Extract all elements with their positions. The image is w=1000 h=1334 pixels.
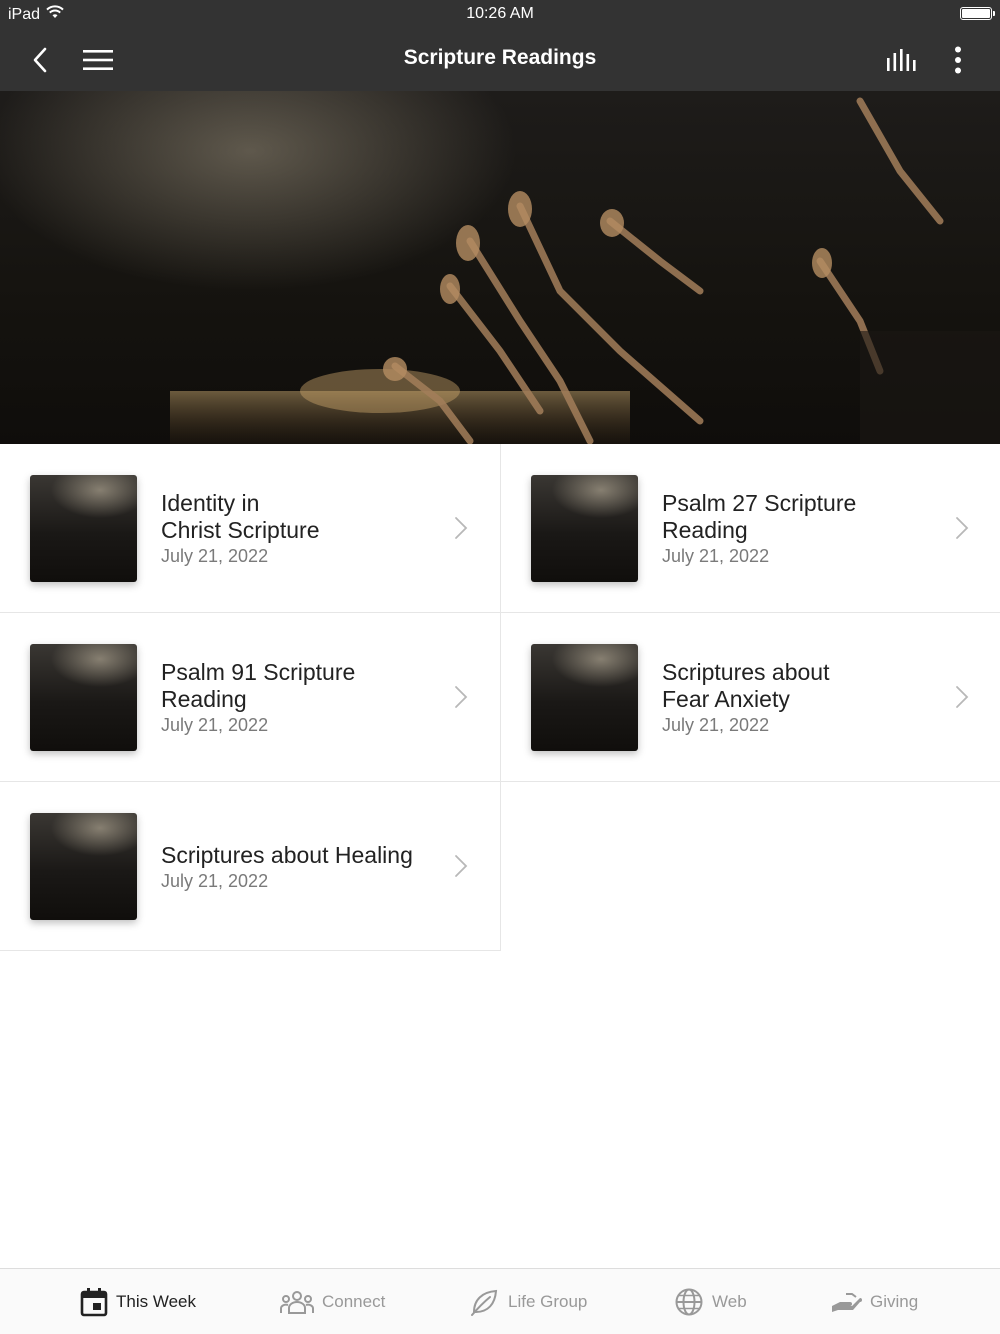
reading-title: Scriptures about Healing: [161, 842, 451, 869]
tab-bar: This Week Connect Life Group Web Giving: [0, 1268, 1000, 1334]
chevron-right-icon: [956, 686, 969, 708]
reading-card[interactable]: Identity in Christ Scripture July 21, 20…: [0, 444, 501, 613]
reading-thumbnail: [30, 475, 137, 582]
reading-date: July 21, 2022: [662, 715, 770, 735]
more-vertical-icon: [955, 46, 961, 74]
tab-connect[interactable]: Connect: [280, 1287, 385, 1317]
tab-web[interactable]: Web: [674, 1287, 747, 1317]
chevron-right-icon: [455, 517, 468, 539]
tab-giving[interactable]: Giving: [830, 1287, 918, 1317]
reading-title-line: Scriptures about: [662, 659, 830, 685]
reading-title: Identity in Christ Scripture: [161, 490, 441, 544]
reading-title: Scriptures about Fear Anxiety: [662, 659, 942, 713]
reading-title-line: Fear Anxiety: [662, 686, 790, 712]
audio-button[interactable]: [881, 40, 921, 80]
tab-label: Connect: [322, 1292, 386, 1311]
tab-life-group[interactable]: Life Group: [470, 1287, 587, 1317]
reading-title-line: Reading: [161, 686, 247, 712]
reading-card[interactable]: Psalm 27 Scripture Reading July 21, 2022: [501, 444, 1000, 613]
reading-card[interactable]: Scriptures about Healing July 21, 2022: [0, 782, 501, 951]
reading-thumbnail: [531, 475, 638, 582]
calendar-icon: [80, 1288, 108, 1317]
status-time: 10:26 AM: [466, 5, 534, 22]
tab-label: Giving: [870, 1292, 919, 1311]
more-button[interactable]: [938, 40, 978, 80]
reading-date: July 21, 2022: [161, 870, 269, 891]
reading-text: Identity in Christ Scripture July 21, 20…: [161, 444, 441, 613]
tab-label: This Week: [116, 1292, 196, 1311]
chevron-right-icon: [956, 517, 969, 539]
reading-thumbnail: [30, 813, 137, 920]
leaf-icon: [471, 1289, 498, 1316]
reading-title-line: Reading: [662, 517, 748, 543]
reading-title-line: Scriptures about Healing: [161, 841, 413, 868]
page-title: Scripture Readings: [403, 46, 597, 69]
battery-icon: [960, 7, 995, 20]
reading-date: July 21, 2022: [161, 546, 269, 566]
equalizer-icon: [887, 49, 916, 71]
reading-title-line: Christ Scripture: [161, 517, 320, 543]
tab-label: Web: [712, 1292, 747, 1311]
reading-title: Psalm 27 Scripture Reading: [662, 490, 942, 544]
reading-date: July 21, 2022: [662, 546, 770, 566]
reading-text: Scriptures about Fear Anxiety July 21, 2…: [662, 613, 942, 782]
reading-thumbnail: [30, 644, 137, 751]
navigation-bar: Scripture Readings: [0, 28, 1000, 91]
reading-card[interactable]: Psalm 91 Scripture Reading July 21, 2022: [0, 613, 501, 782]
tab-label: Life Group: [508, 1292, 588, 1311]
reading-title-line: Psalm 27 Scripture: [662, 490, 857, 516]
reading-title-line: Psalm 91 Scripture: [161, 659, 356, 685]
chevron-right-icon: [455, 686, 468, 708]
hero-image: [0, 91, 1000, 444]
reading-card[interactable]: Scriptures about Fear Anxiety July 21, 2…: [501, 613, 1000, 782]
reading-text: Scriptures about Healing July 21, 2022: [161, 782, 451, 951]
giving-hand-icon: [832, 1293, 862, 1312]
chevron-right-icon: [455, 855, 468, 877]
tab-this-week[interactable]: This Week: [80, 1287, 196, 1317]
reading-title: Psalm 91 Scripture Reading: [161, 659, 441, 713]
reading-text: Psalm 91 Scripture Reading July 21, 2022: [161, 613, 441, 782]
top-bar: iPad 10:26 AM Scripture Readings: [0, 0, 1000, 91]
reading-thumbnail: [531, 644, 638, 751]
worship-hands-illustration: [170, 97, 1000, 444]
reading-date: July 21, 2022: [161, 715, 269, 735]
reading-title-line: Identity in: [161, 490, 260, 516]
globe-icon: [675, 1288, 703, 1316]
people-icon: [280, 1291, 314, 1314]
reading-text: Psalm 27 Scripture Reading July 21, 2022: [662, 444, 942, 613]
status-bar: iPad 10:26 AM: [0, 0, 1000, 28]
